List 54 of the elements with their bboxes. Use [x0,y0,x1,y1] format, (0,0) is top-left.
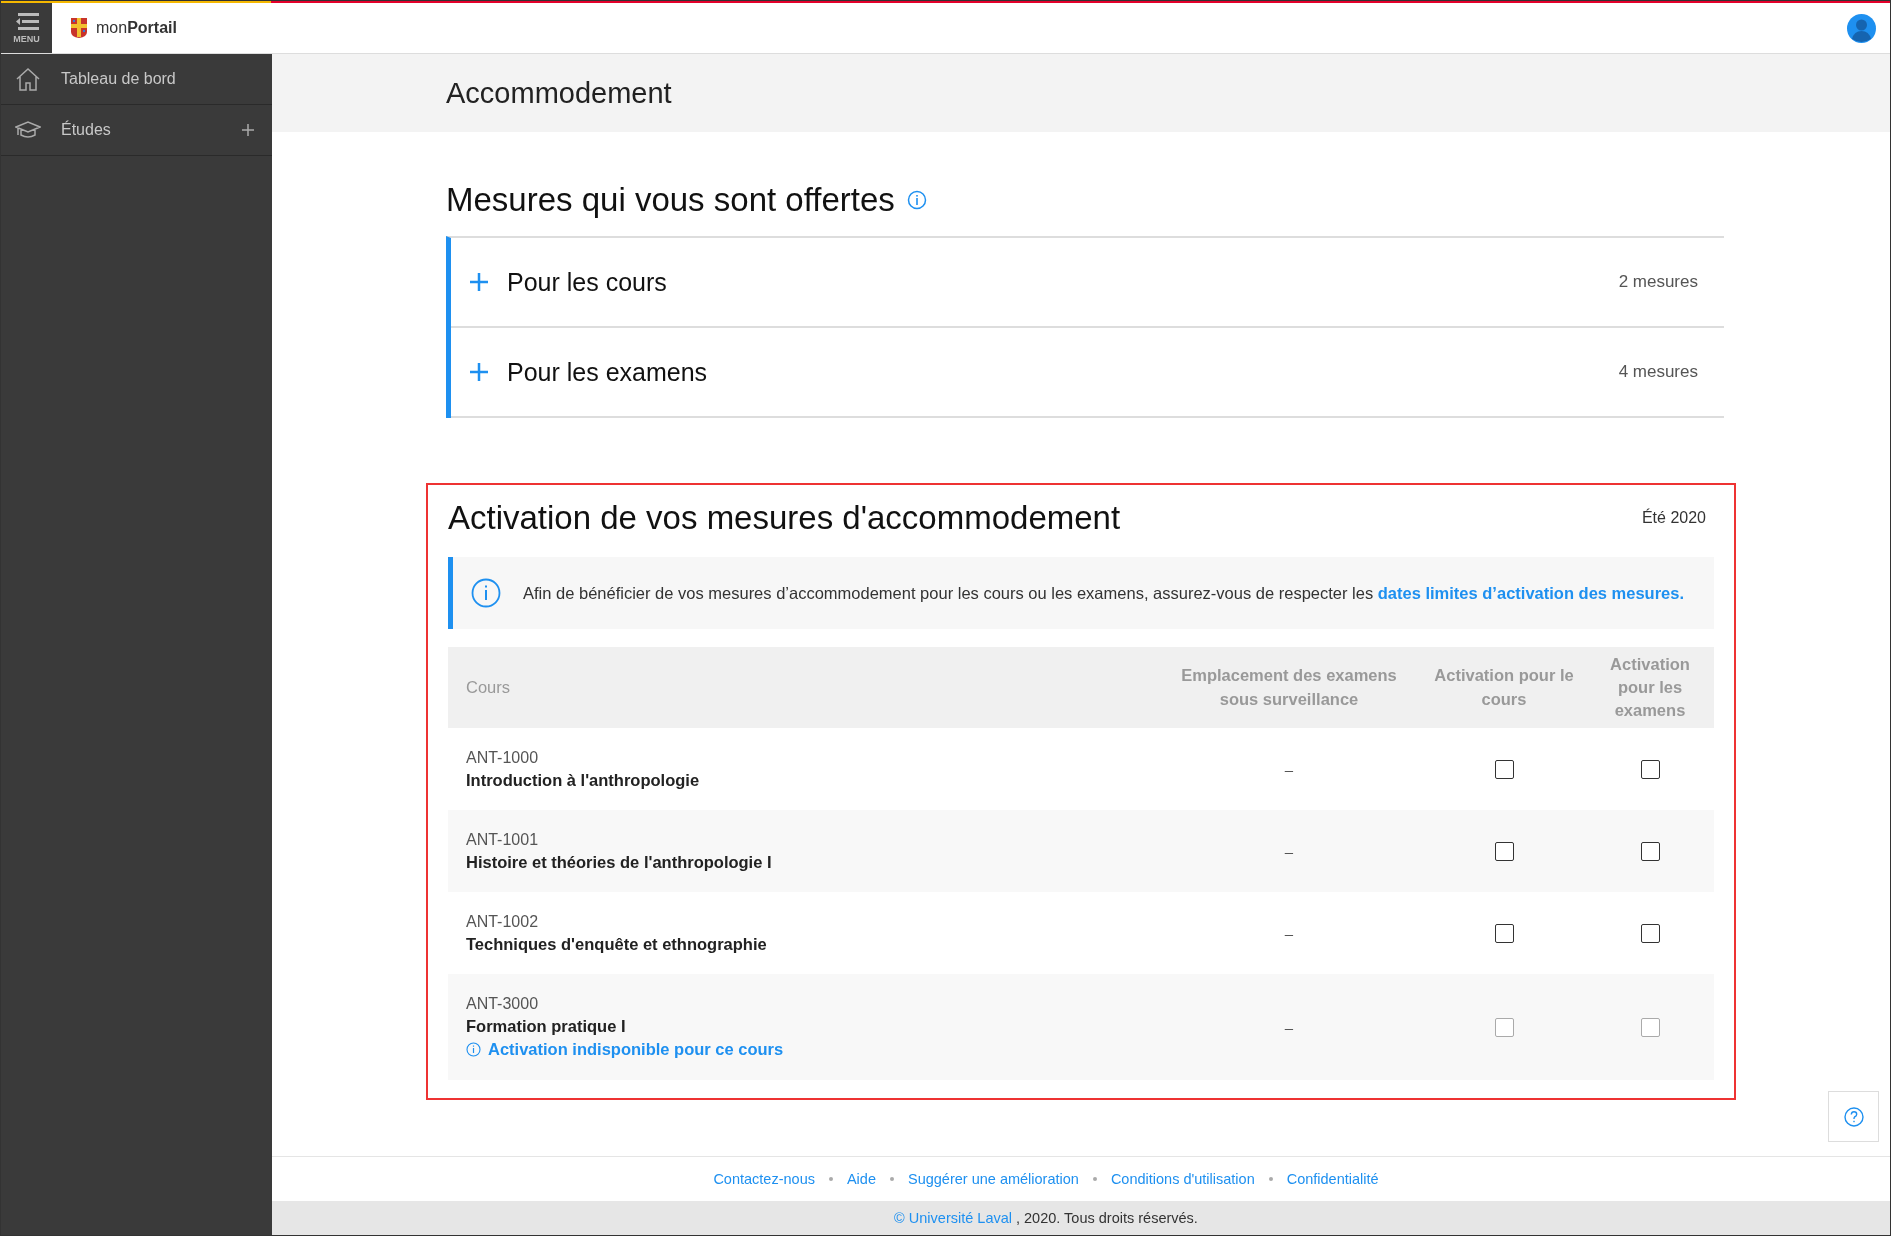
course-code: ANT-1001 [466,830,539,849]
term-label: Été 2020 [1641,509,1706,527]
footer-link[interactable]: Confidentialité [1286,1171,1379,1187]
help-icon [1843,1106,1864,1127]
measure-count: 2 mesures [1618,272,1698,292]
course-name: Introduction à l'anthropologie [466,770,700,790]
accordion-header[interactable]: Pour les examens 4 mesures [451,328,1724,418]
checkbox[interactable] [1494,759,1514,779]
info-icon [466,1042,481,1057]
home-icon [15,67,41,91]
course-code: ANT-1000 [466,748,539,767]
column-header: Emplacement des examens sous surveillance [1180,665,1398,710]
info-icon [471,578,501,608]
deadlines-link[interactable]: dates limites d’activation des mesures. [1377,583,1685,602]
section-title: Activation de vos mesures d'accommodement [448,499,1121,537]
checkbox[interactable] [1640,923,1660,943]
column-header: Activation pour le cours [1433,665,1575,710]
university-link[interactable]: © Université Laval [894,1210,1012,1226]
footer-link[interactable]: Contactez-nous [713,1171,815,1187]
notice-text: Afin de bénéficier de vos mesures d’accommodement pour les cours ou les examens, assurez-vous de respecter les dates limites d’activation des mesures. [523,583,1685,603]
plus-icon[interactable] [242,124,254,136]
plus-icon [469,362,489,382]
graduation-cap-icon [15,119,41,141]
course-name: Histoire et théories de l'anthropologie I [466,852,772,872]
footer-link[interactable]: Conditions d'utilisation [1110,1171,1255,1187]
section-title: Mesures qui vous sont offertes [446,181,895,219]
checkbox[interactable] [1494,841,1514,861]
checkbox[interactable] [1640,759,1660,779]
location-cell-text: – [1283,760,1295,778]
course-name: Formation pratique I [466,1017,626,1036]
column-header: Cours [465,676,511,698]
course-name: Techniques d'enquête et ethnographie [466,934,767,954]
location-cell-text: – [1283,1018,1295,1036]
page-title: Accommodement [446,76,672,110]
plus-icon [469,272,489,292]
checkbox[interactable] [1640,841,1660,861]
measure-count: 4 mesures [1618,362,1698,382]
menu-button[interactable]: MENU [1,3,52,53]
footer-link[interactable]: Aide [846,1171,876,1187]
accordion-header[interactable]: Pour les cours 2 mesures [451,238,1724,328]
column-header: Activation pour les examens [1609,653,1691,722]
crest-logo [70,17,88,39]
user-avatar-icon[interactable] [1847,13,1876,43]
location-cell-text: – [1283,924,1295,942]
info-icon[interactable] [906,190,927,210]
help-button[interactable] [1828,1091,1879,1142]
course-code: ANT-3000 [466,995,539,1013]
footer-link[interactable]: Suggérer une amélioration [908,1171,1079,1187]
location-cell-text: – [1283,842,1295,860]
copyright-text: , 2020. Tous droits réservés. [1016,1210,1198,1226]
course-code: ANT-1002 [466,912,539,931]
checkbox[interactable] [1494,923,1514,943]
menu-icon [14,12,39,31]
brand-name[interactable]: monPortail [96,19,177,37]
